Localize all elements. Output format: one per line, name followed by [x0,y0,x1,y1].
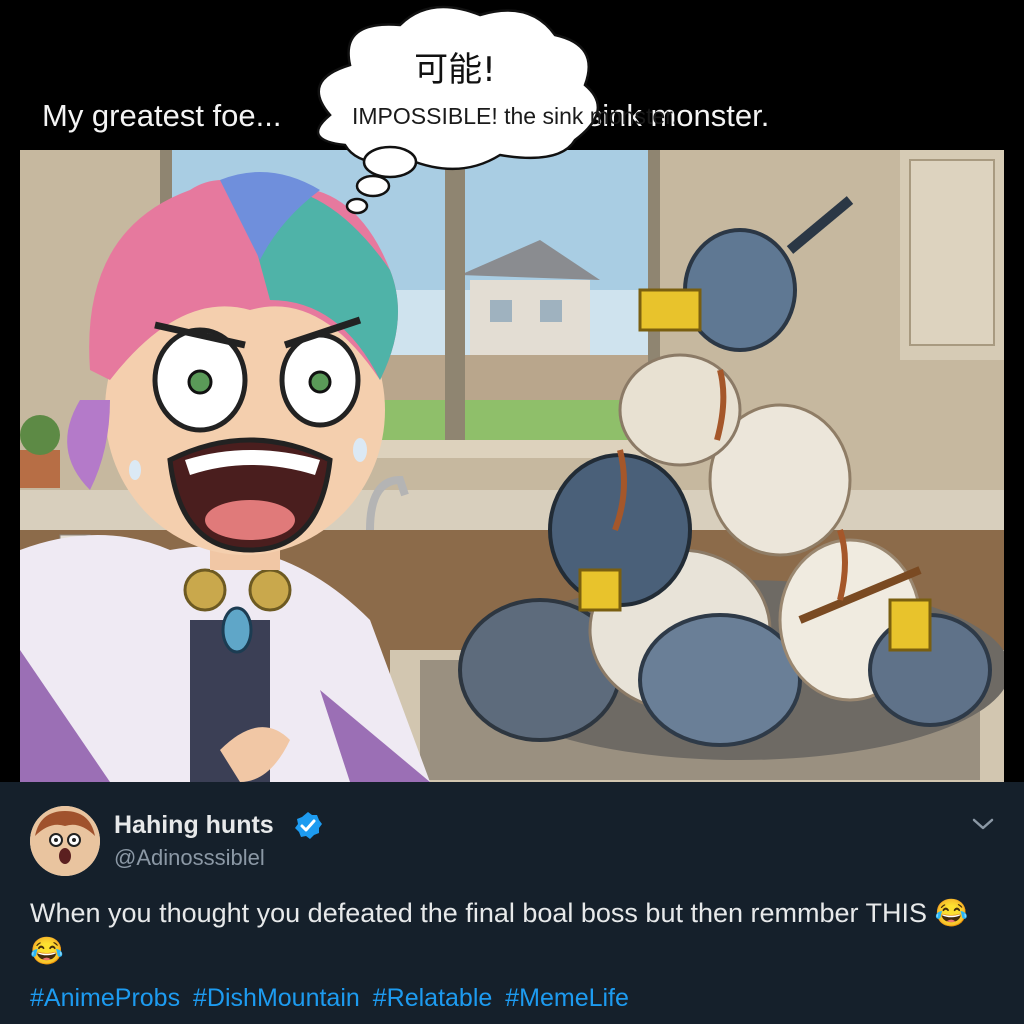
chevron-down-icon[interactable] [968,812,998,836]
hashtag-link[interactable]: #AnimeProbs [30,984,180,1012]
meme-illustration [20,150,1004,782]
avatar[interactable] [30,806,100,876]
display-name[interactable]: Hahing hunts [114,811,274,840]
post-text: When you thought you defeated the final … [30,898,969,966]
caption-left: My greatest foe... [42,98,282,133]
bubble-top-text: 可能! [414,50,496,90]
bubble-main-text: IMPOSSIBLE! the sink monster. [352,103,678,129]
verified-badge-icon [295,812,322,839]
hashtag-link[interactable]: #DishMountain [193,984,360,1012]
avatar-face-icon [30,806,100,876]
handle[interactable]: @Adinosssiblel [114,845,265,871]
hashtag-link[interactable]: #Relatable [373,984,493,1012]
hashtag-link[interactable]: #MemeLife [505,984,629,1012]
hashtag-list: #AnimeProbs #DishMountain #Relatable #Me… [30,984,635,1013]
